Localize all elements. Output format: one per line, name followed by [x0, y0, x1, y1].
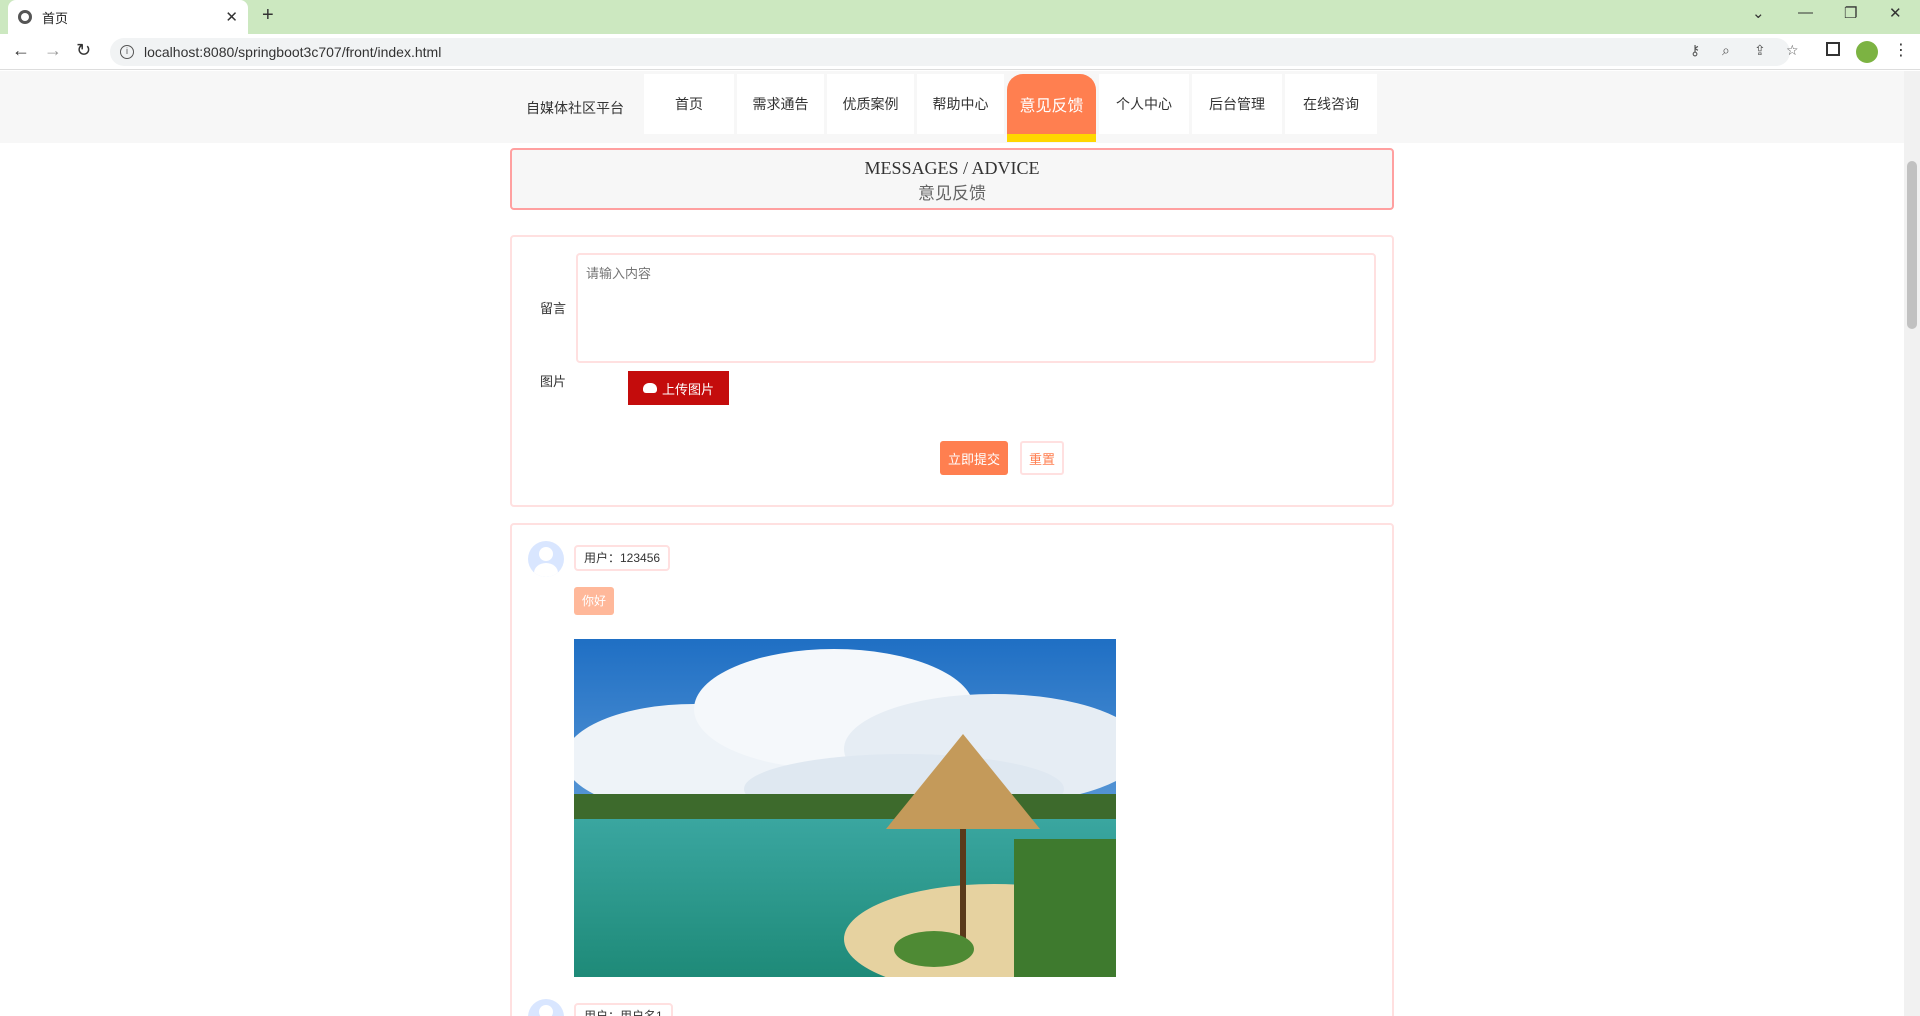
- nav-item-help[interactable]: 帮助中心: [917, 74, 1004, 134]
- browser-tab[interactable]: 首页 ✕: [8, 0, 248, 34]
- close-window-button[interactable]: ✕: [1889, 4, 1902, 22]
- page-content: 自媒体社区平台 首页 需求通告 优质案例 帮助中心 意见反馈 个人中心 后台管理…: [0, 71, 1920, 1016]
- banner-title-cn: 意见反馈: [918, 184, 986, 203]
- message-input[interactable]: [576, 253, 1376, 363]
- message-user: 用户：123456: [574, 545, 671, 571]
- side-panel-icon[interactable]: [1826, 42, 1840, 56]
- reload-icon[interactable]: ↻: [76, 40, 91, 61]
- zoom-icon[interactable]: ⌕: [1722, 42, 1730, 59]
- main-nav: 首页 需求通告 优质案例 帮助中心 意见反馈 个人中心 后台管理 在线咨询: [644, 74, 1380, 142]
- nav-item-cases[interactable]: 优质案例: [827, 74, 914, 134]
- image-label: 图片: [540, 374, 567, 389]
- profile-avatar-icon[interactable]: [1856, 41, 1878, 63]
- restore-button[interactable]: ❐: [1844, 4, 1857, 22]
- nav-item-admin[interactable]: 后台管理: [1192, 74, 1282, 134]
- close-tab-icon[interactable]: ✕: [225, 8, 238, 26]
- feedback-form: 留言 图片 上传图片 立即提交 重置: [510, 235, 1394, 507]
- banner-title-en: MESSAGES / ADVICE: [864, 158, 1040, 178]
- minimize-button[interactable]: —: [1798, 4, 1813, 21]
- upload-label: 上传图片: [661, 381, 714, 397]
- message-list: 用户：123456 你好 用户：用户名1: [510, 523, 1394, 1016]
- nav-item-feedback[interactable]: 意见反馈: [1007, 74, 1096, 142]
- message-content: 你好: [574, 587, 615, 615]
- browser-tab-bar: 首页 ✕ + ⌄ — ❐ ✕: [0, 0, 1920, 34]
- message-label: 留言: [540, 301, 567, 316]
- beach-image: [574, 639, 1116, 977]
- back-arrow-icon[interactable]: ←: [12, 40, 30, 61]
- star-icon[interactable]: ☆: [1786, 42, 1799, 59]
- site-brand: 自媒体社区平台: [526, 100, 624, 116]
- user-avatar-icon: [528, 541, 564, 577]
- upload-image-button[interactable]: 上传图片: [628, 371, 729, 405]
- submit-button[interactable]: 立即提交: [940, 441, 1008, 475]
- new-tab-button[interactable]: +: [262, 4, 274, 27]
- scrollbar-thumb[interactable]: [1907, 161, 1917, 329]
- tab-search-icon[interactable]: ⌄: [1752, 4, 1765, 22]
- cloud-upload-icon: [642, 383, 657, 393]
- message-user: 用户：用户名1: [574, 1003, 673, 1016]
- nav-item-consult[interactable]: 在线咨询: [1285, 74, 1377, 134]
- page-scrollbar[interactable]: [1904, 71, 1920, 1016]
- site-header: 自媒体社区平台 首页 需求通告 优质案例 帮助中心 意见反馈 个人中心 后台管理…: [0, 71, 1920, 143]
- browser-toolbar: ← → ↻ i localhost:8080/springboot3c707/f…: [0, 34, 1920, 70]
- nav-item-home[interactable]: 首页: [644, 74, 734, 134]
- reset-button[interactable]: 重置: [1020, 441, 1064, 475]
- forward-arrow-icon[interactable]: →: [44, 40, 62, 61]
- address-bar[interactable]: i localhost:8080/springboot3c707/front/i…: [110, 38, 1790, 66]
- globe-icon: [18, 10, 32, 24]
- menu-kebab-icon[interactable]: ⋮: [1893, 40, 1909, 60]
- key-icon[interactable]: ⚷: [1690, 42, 1700, 59]
- user-avatar-icon: [528, 999, 564, 1016]
- nav-item-demand[interactable]: 需求通告: [737, 74, 824, 134]
- share-icon[interactable]: ⇪: [1754, 42, 1766, 59]
- tab-title: 首页: [42, 10, 69, 26]
- section-banner: MESSAGES / ADVICE 意见反馈: [510, 148, 1394, 210]
- nav-item-profile[interactable]: 个人中心: [1099, 74, 1189, 134]
- info-icon[interactable]: i: [120, 45, 134, 59]
- message-photo: [574, 639, 1116, 977]
- url-text: localhost:8080/springboot3c707/front/ind…: [144, 44, 442, 60]
